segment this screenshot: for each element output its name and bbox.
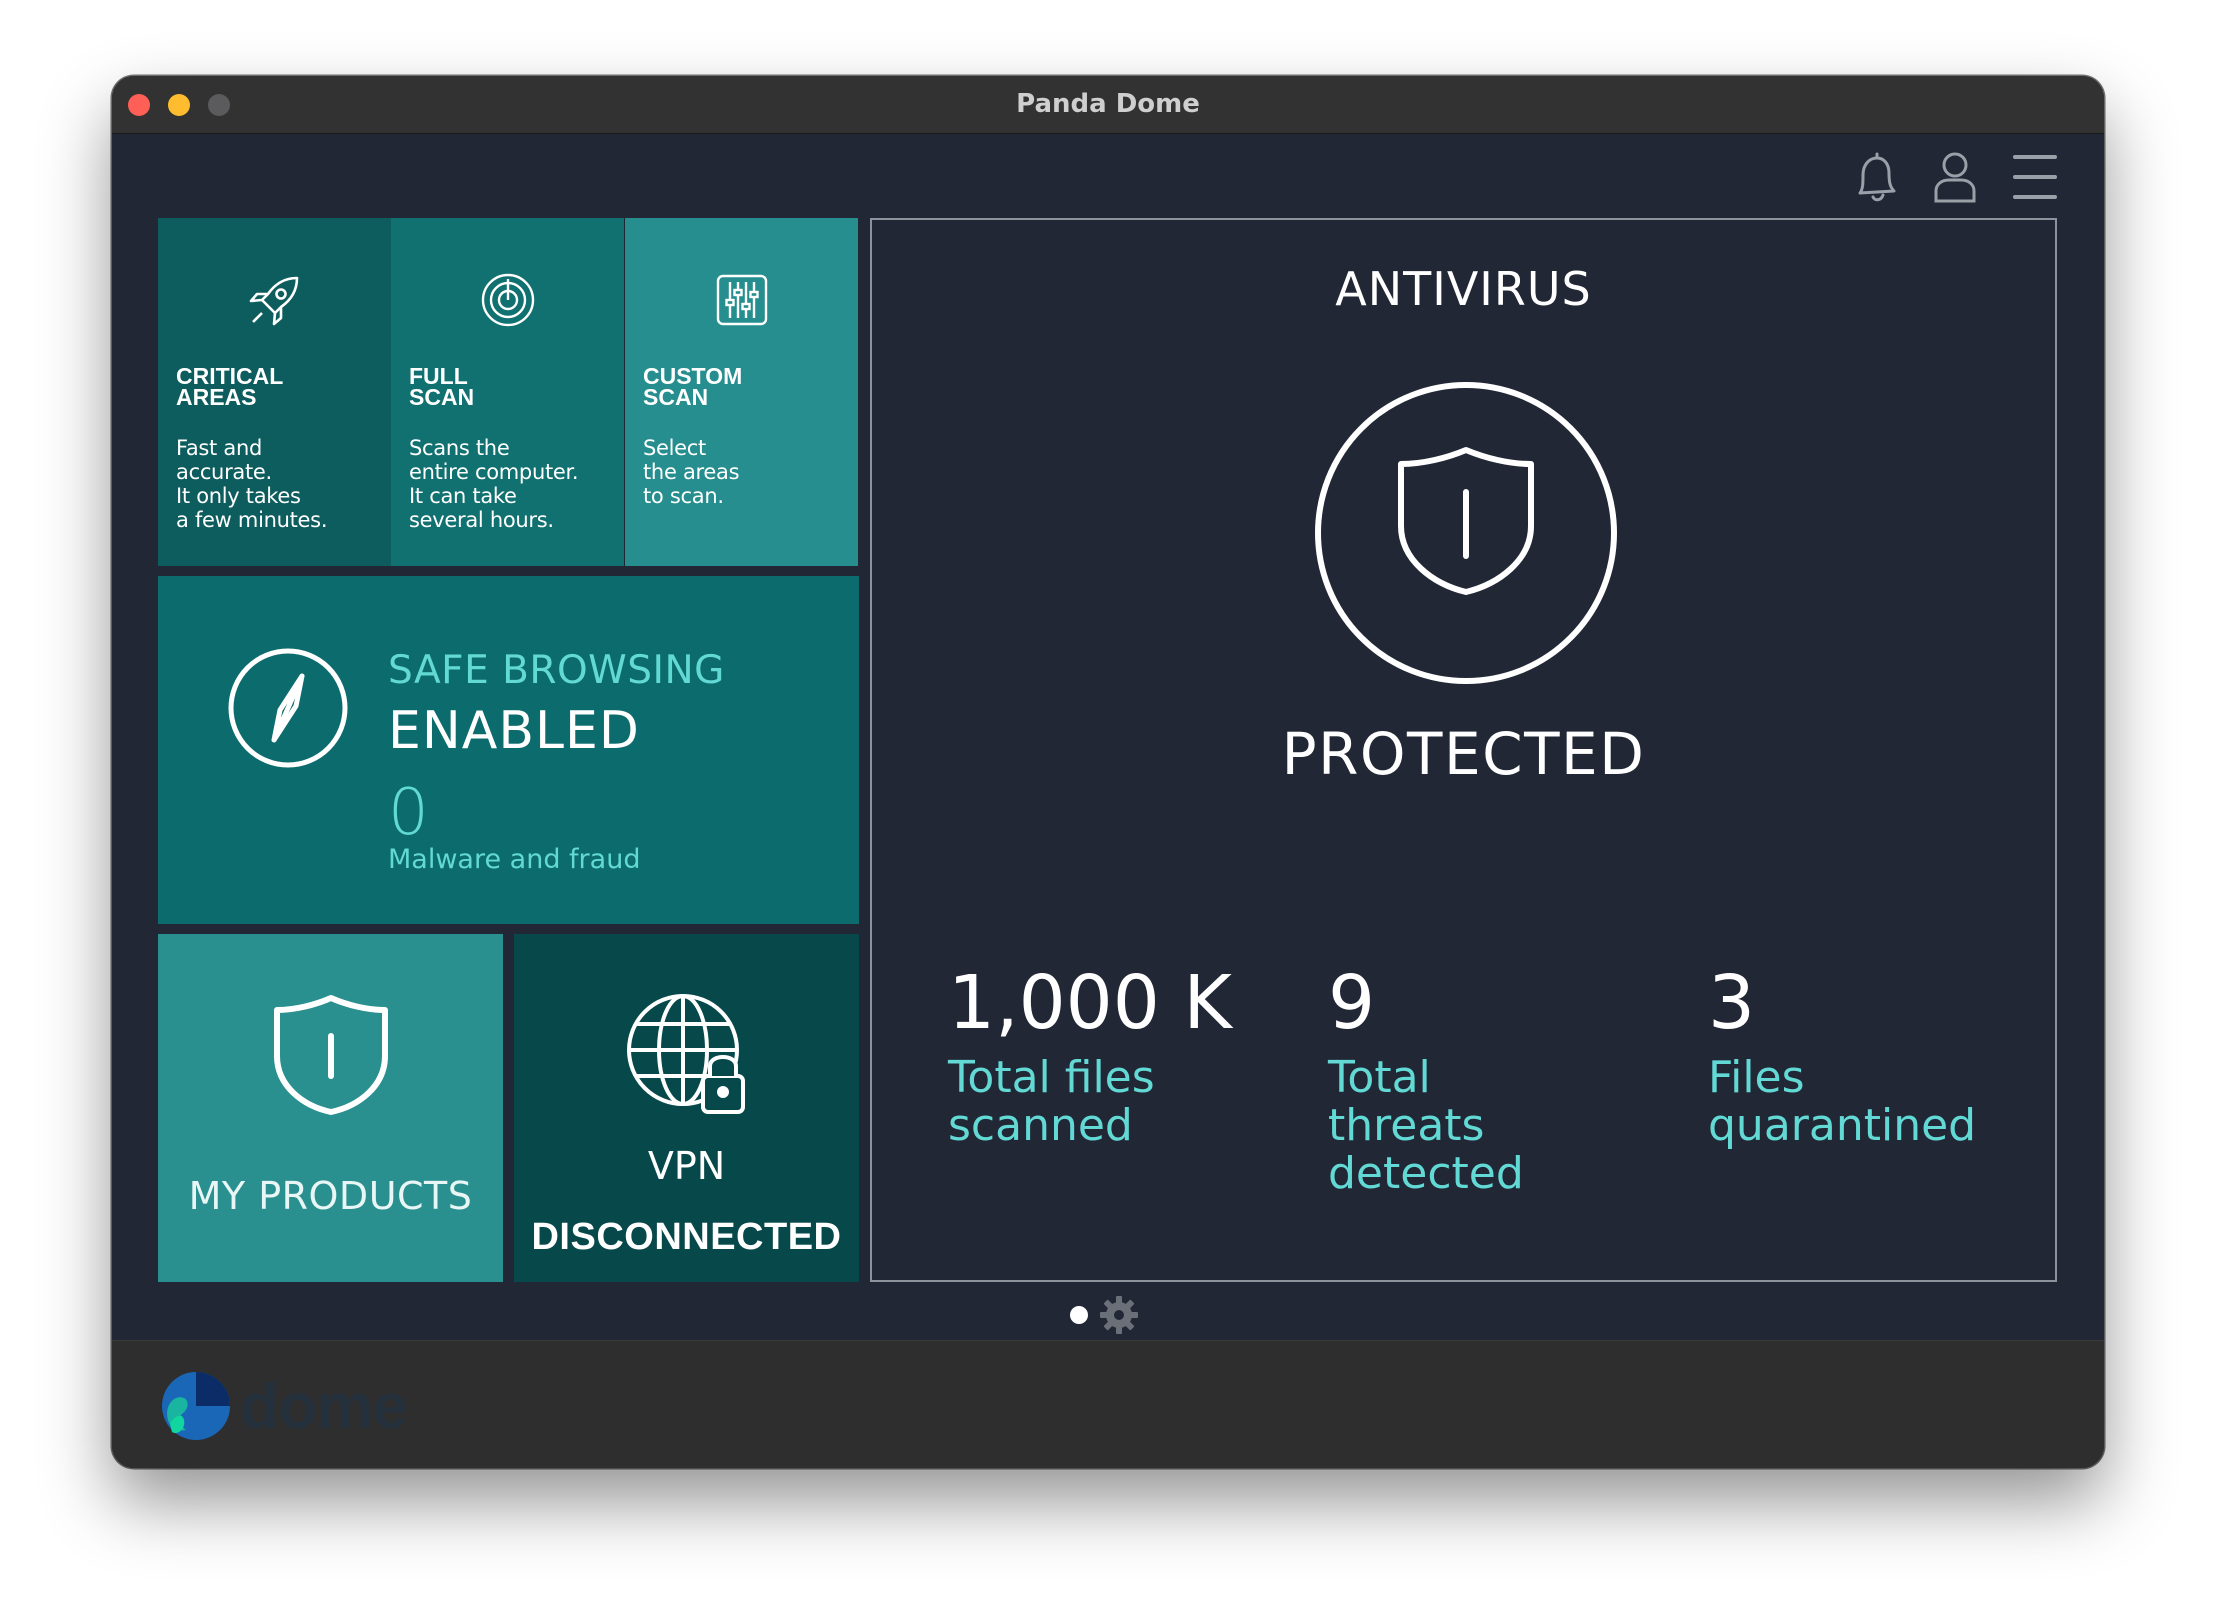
sliders-icon: [716, 274, 767, 326]
footer: dome: [112, 1340, 2104, 1468]
scan-title: CRITICAL AREAS: [176, 363, 284, 410]
vpn-label: VPN: [647, 1144, 726, 1188]
globe-lock-icon: [626, 994, 745, 1114]
panda-logo-icon: [162, 1372, 230, 1440]
antivirus-panel[interactable]: ANTIVIRUS PROTECTED 1,000 K Total files …: [870, 218, 2057, 1282]
window-title: Panda Dome: [1016, 89, 1200, 119]
scan-title: CUSTOM SCAN: [643, 363, 743, 410]
malware-count: 0: [388, 776, 429, 850]
shield-icon: [273, 995, 388, 1115]
my-products-label: MY PRODUCTS: [188, 1174, 473, 1218]
safe-browsing-label: SAFE BROWSING: [388, 648, 725, 693]
bell-icon: [1858, 152, 1896, 202]
stat-label: Total files scanned: [948, 1052, 1155, 1151]
target-icon: [481, 273, 534, 327]
safe-browsing-tile[interactable]: SAFE BROWSING ENABLED 0 Malware and frau…: [158, 576, 859, 924]
antivirus-status: PROTECTED: [1281, 720, 1646, 788]
app-window: Panda Dome CRITICAL AREAS Fast and accur…: [112, 76, 2104, 1468]
full-scan-tile[interactable]: FULL SCAN Scans the entire computer. It …: [391, 218, 624, 566]
menu-button[interactable]: [2006, 146, 2064, 208]
panda-dome-logo[interactable]: dome: [160, 1369, 408, 1443]
scan-title: FULL SCAN: [409, 363, 475, 410]
scan-description: Select the areas to scan.: [643, 436, 740, 508]
gear-icon[interactable]: [1098, 1294, 1140, 1336]
critical-areas-scan-tile[interactable]: CRITICAL AREAS Fast and accurate. It onl…: [158, 218, 391, 566]
user-icon: [1934, 152, 1976, 203]
scan-description: Scans the entire computer. It can take s…: [409, 436, 579, 532]
stat-value: 9: [1328, 960, 1376, 1046]
malware-count-label: Malware and fraud: [388, 844, 641, 875]
files-scanned-stat: 1,000 K Total files scanned: [948, 960, 1278, 1150]
notifications-button[interactable]: [1846, 146, 1904, 208]
top-toolbar: [1846, 146, 2064, 208]
page-indicator: [1070, 1294, 1140, 1336]
files-quarantined-stat: 3 Files quarantined: [1708, 960, 2038, 1150]
my-products-tile[interactable]: MY PRODUCTS: [158, 934, 503, 1282]
custom-scan-tile[interactable]: CUSTOM SCAN Select the areas to scan.: [625, 218, 858, 566]
stat-value: 3: [1708, 960, 1756, 1046]
logo-text: dome: [240, 1370, 408, 1442]
threats-detected-stat: 9 Total threats detected: [1328, 960, 1658, 1198]
shield-circle-icon: [1315, 382, 1617, 684]
stat-label: Total threats detected: [1328, 1052, 1524, 1199]
stat-label: Files quarantined: [1708, 1052, 1977, 1151]
safe-browsing-status: ENABLED: [388, 701, 640, 761]
account-button[interactable]: [1926, 146, 1984, 208]
menu-icon: [2013, 155, 2057, 199]
title-bar: Panda Dome: [112, 76, 2104, 134]
page-dot-active[interactable]: [1070, 1306, 1088, 1324]
rocket-icon: [249, 276, 298, 326]
compass-icon: [228, 648, 348, 768]
antivirus-title: ANTIVIRUS: [1335, 262, 1592, 316]
vpn-tile[interactable]: VPN DISCONNECTED: [514, 934, 859, 1282]
scan-description: Fast and accurate. It only takes a few m…: [176, 436, 328, 532]
stat-value: 1,000 K: [948, 960, 1232, 1046]
vpn-status: DISCONNECTED: [531, 1216, 842, 1258]
